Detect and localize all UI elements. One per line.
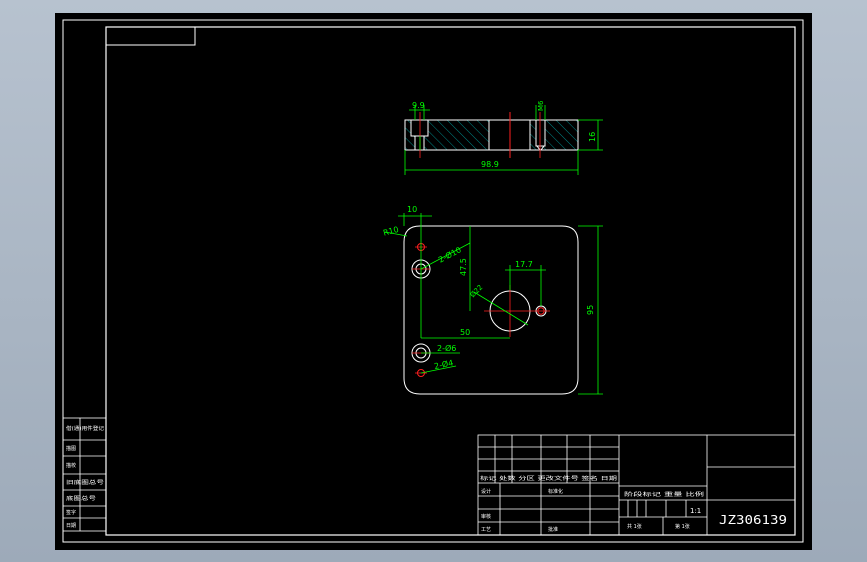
dim-section-m6: M6 [537,100,545,111]
cad-drawing-viewport: 借(通)用件登记 描图 描校 旧底图总号 底图总号 签字 日期 9.9 M6 1… [55,13,812,550]
dim-plan-2-d6: 2-Ø6 [437,343,456,353]
drawing-number: JZ306139 [719,513,787,527]
side-table-row-3: 描校 [66,462,76,469]
title-label-craft: 工艺 [481,527,491,533]
section-left-hole [414,135,425,151]
title-label-standard: 标准化 [548,488,563,495]
side-table-row-6: 签字 [66,509,76,516]
dim-plan-50: 50 [460,328,470,337]
side-table-row-5: 底图总号 [66,495,96,502]
title-label-revision: 标记 处数 分区 更改文件号 签名 日期 [480,475,617,482]
side-table-row-1: 借(通)用件登记 [66,425,104,432]
title-label-design: 设计 [481,488,491,495]
title-sheet-count: 共 1张 [627,523,642,530]
dim-plan-95: 95 [586,305,595,315]
side-table-row-2: 描图 [66,445,76,452]
title-label-review: 审核 [481,513,491,520]
dim-plan-10: 10 [407,205,417,214]
dim-section-16: 16 [588,132,597,142]
title-label-stage: 阶段标记 重量 比例 [624,491,704,498]
title-label-approve: 批准 [548,526,558,533]
drawing-canvas [55,13,812,550]
dim-section-98-9: 98.9 [481,160,499,169]
dim-plan-17-7: 17.7 [515,260,533,269]
side-table-row-4: 旧底图总号 [66,479,104,486]
dim-section-9-9: 9.9 [412,101,425,110]
side-table-row-7: 日期 [66,523,76,529]
dim-plan-47-5: 47.5 [459,258,468,276]
title-sheet-index: 第 1张 [675,523,690,530]
title-scale: 1:1 [690,507,701,515]
section-left-counterbore [410,119,429,137]
section-tapped-hole [535,119,546,147]
